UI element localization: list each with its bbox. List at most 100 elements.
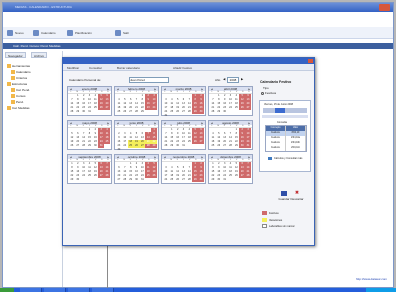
folder-icon <box>11 75 15 80</box>
tab-delete-calendar[interactable]: Borrar calendario <box>117 66 140 70</box>
day-cell[interactable]: 27 <box>104 106 110 110</box>
sidebar-item-label: Criterios <box>16 75 28 80</box>
sidebar-item[interactable]: Calendario <box>11 69 31 74</box>
day-cell[interactable]: 28 <box>245 174 251 178</box>
planning-button[interactable]: Planificación <box>67 29 92 37</box>
day-grid: 1 2 3 4 5 6 7 8 9 10 11 12 13 14 15 16 17 18 19 20 21 22 23 24 2… <box>209 162 252 182</box>
day-cell[interactable]: 25 <box>104 140 110 144</box>
day-cell[interactable]: 31 <box>163 114 169 118</box>
sidebar-item[interactable]: Herramientas <box>7 63 30 68</box>
folder-icon <box>7 81 11 86</box>
radio-icon <box>261 91 264 95</box>
day-cell[interactable]: 31 <box>98 144 105 148</box>
new-button[interactable]: Nuevo <box>7 29 24 37</box>
tab-consult[interactable]: Consultar <box>89 66 102 70</box>
start-button[interactable] <box>0 288 14 292</box>
tab-navigator[interactable]: Navegador <box>5 52 26 58</box>
day-cell[interactable]: 24 <box>151 106 157 110</box>
cancel-label: Descartar <box>290 197 304 201</box>
day-cell[interactable]: 27 <box>198 140 204 144</box>
sidebar-item[interactable]: Cal. Pend. <box>11 87 30 92</box>
day-cell[interactable]: 30 <box>116 148 122 152</box>
taskbar <box>0 288 396 292</box>
planning-icon <box>67 30 73 36</box>
cancel-button[interactable]: ✖ Descartar <box>287 191 307 205</box>
day-grid: 1 2 3 4 5 6 7 8 9 10 11 12 13 14 15 16 17 18 19 20 21 22 23 24 2… <box>115 94 158 114</box>
month-enero: ◂ enero 2008 ▸ L M X J V S D 1 2 3 4 5 6 7 8 9 10 11 12 13 14 15… <box>67 86 112 116</box>
year-prev-icon[interactable]: ◀ <box>223 77 225 81</box>
day-grid: 1 2 3 4 5 6 7 8 9 10 11 12 13 14 15 16 17 18 19 20 21 22 23 24 2… <box>209 94 252 114</box>
consult-table: Concepto Valor Festivos 8/04,10 Festivos 2/04… <box>265 125 307 152</box>
month-diciembre: ◂ diciembre 2008 ▸ L M X J V S D 1 2 3 4 5 6 7 8 9 10 11 12 13… <box>208 154 253 184</box>
weekday-label: D <box>201 159 203 161</box>
day-cell[interactable]: 27 <box>245 106 251 110</box>
planning-label: Planificación <box>75 31 92 35</box>
sidebar-item-label: Cursos <box>16 93 26 98</box>
calc-button[interactable]: Cálculos y Consultar más <box>268 157 302 160</box>
footer-link[interactable]: http://www.datasur.com <box>356 277 387 281</box>
day-cell[interactable]: 30 <box>222 110 228 114</box>
day-cell[interactable]: 31 <box>181 144 187 148</box>
year-next-icon[interactable]: ▶ <box>241 77 243 81</box>
legend-vacations: Vacaciones <box>262 218 282 222</box>
day-cell[interactable]: 30 <box>198 178 204 182</box>
taskbar-item[interactable] <box>68 288 90 292</box>
taskbar-item[interactable] <box>20 288 42 292</box>
close-icon[interactable] <box>308 59 313 63</box>
sidebar-item[interactable]: Cal. Medidas <box>7 105 30 110</box>
day-cell[interactable]: 30 <box>198 110 204 114</box>
folder-icon <box>11 87 15 92</box>
legend-workdays: Laborables sin marcar <box>262 224 295 228</box>
month-marzo: ◂ marzo 2008 ▸ L M X J V S D 1 2 3 4 5 6 7 8 9 10 11 12 13 14 15… <box>161 86 206 118</box>
tab-add-holiday[interactable]: Añadir Festivo <box>173 66 192 70</box>
day-cell[interactable]: 31 <box>245 144 251 148</box>
sidebar-item[interactable]: Criterios <box>11 75 27 80</box>
sidebar-item-label: Herramientas <box>12 63 31 68</box>
close-icon[interactable] <box>379 4 390 11</box>
day-cell[interactable]: 28 <box>104 174 110 178</box>
taskbar-item[interactable] <box>44 288 66 292</box>
date-selector[interactable] <box>263 108 307 113</box>
folder-icon <box>7 63 11 68</box>
weekday-label: D <box>248 125 250 127</box>
day-cell[interactable]: 31 <box>222 178 228 182</box>
sidebar-item-label: Estructuras <box>12 81 28 86</box>
day-cell[interactable]: 29 <box>151 144 157 148</box>
day-cell[interactable]: 29 <box>139 110 145 114</box>
holiday-radio[interactable]: Festivos <box>261 91 276 95</box>
calendar-label: Calendario Personal de: <box>69 78 102 82</box>
address-text: Cálc. Pend. Cursos: Pend. Medidas <box>13 44 61 48</box>
divider <box>107 243 108 289</box>
sidebar-item[interactable]: Cursos <box>11 93 26 98</box>
panel-box: Viernes, 15 de Junio 2008 Consulta Conce… <box>259 100 311 172</box>
legend-label: Festivos <box>269 211 279 215</box>
calendar-dialog: Modificar Consultar Borrar calendario Añ… <box>62 57 315 246</box>
app-toolbar: Nuevo Calendario Planificación Salir <box>3 27 393 39</box>
sidebar-item[interactable]: Pend. <box>11 99 24 104</box>
year-input[interactable]: 2008 <box>227 77 239 83</box>
sidebar-item-label: Cal. Pend. <box>16 87 31 92</box>
folder-icon <box>7 105 11 110</box>
day-cell[interactable]: 31 <box>87 110 93 114</box>
sidebar-item[interactable]: Estructuras <box>7 81 27 86</box>
calc-label: Cálculos y Consultar más <box>274 157 303 160</box>
calendar-button[interactable]: Calendario <box>33 29 56 37</box>
tab-modify[interactable]: Modificar <box>67 66 79 70</box>
new-icon <box>7 30 13 36</box>
legend-swatch <box>262 211 267 215</box>
day-grid: 1 2 3 4 5 6 7 8 9 10 11 12 13 14 15 16 17 18 19 20 21 22 23 24 2… <box>209 128 252 148</box>
address-bar: Cálc. Pend. Cursos: Pend. Medidas <box>3 43 393 49</box>
day-cell[interactable]: 26 <box>151 174 157 178</box>
taskbar-item[interactable] <box>92 288 114 292</box>
calendar-select-value: Juan Pérez <box>130 78 146 82</box>
tab-archive[interactable]: Archivo <box>31 52 48 58</box>
exit-icon <box>115 30 121 36</box>
exit-button[interactable]: Salir <box>115 29 129 37</box>
weekday-label: D <box>248 91 250 93</box>
day-cell[interactable]: 31 <box>139 178 145 182</box>
selected-date: Viernes, 15 de Junio 2008 <box>264 103 294 106</box>
day-cell[interactable]: 30 <box>75 178 81 182</box>
calendar-label: Calendario <box>41 31 56 35</box>
calendar-select[interactable]: Juan Pérez <box>129 77 169 83</box>
weekday-label: D <box>107 159 109 161</box>
